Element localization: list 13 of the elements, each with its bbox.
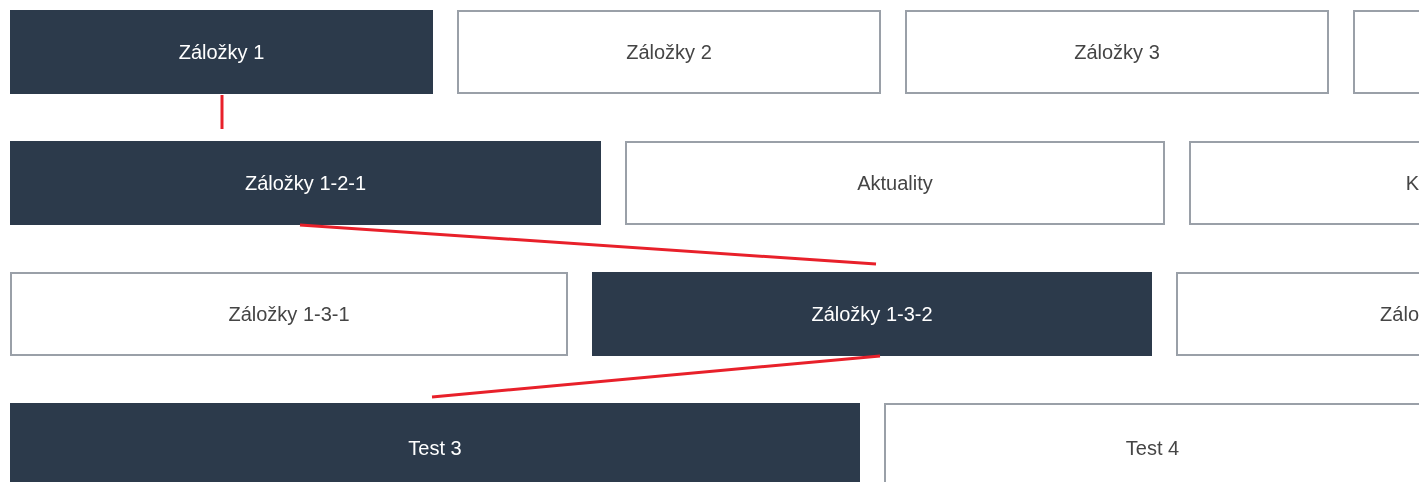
tab[interactable]: Záložky 1-3-1 [10, 272, 568, 356]
tab[interactable]: K [1189, 141, 1419, 225]
tab[interactable]: Záložky 3 [905, 10, 1329, 94]
tab[interactable]: Test 3 [10, 403, 860, 482]
tab[interactable]: Test 4 [884, 403, 1419, 482]
tab[interactable]: Záložky 2 [457, 10, 881, 94]
connector-line [220, 95, 224, 129]
tab[interactable]: Zálo [1176, 272, 1419, 356]
tab[interactable]: Záložky 1-2-1 [10, 141, 601, 225]
tab[interactable]: Záložky 1 [10, 10, 433, 94]
tab[interactable]: Záložky 1-3-2 [592, 272, 1152, 356]
tab[interactable]: Aktuality [625, 141, 1165, 225]
tab[interactable] [1353, 10, 1419, 94]
